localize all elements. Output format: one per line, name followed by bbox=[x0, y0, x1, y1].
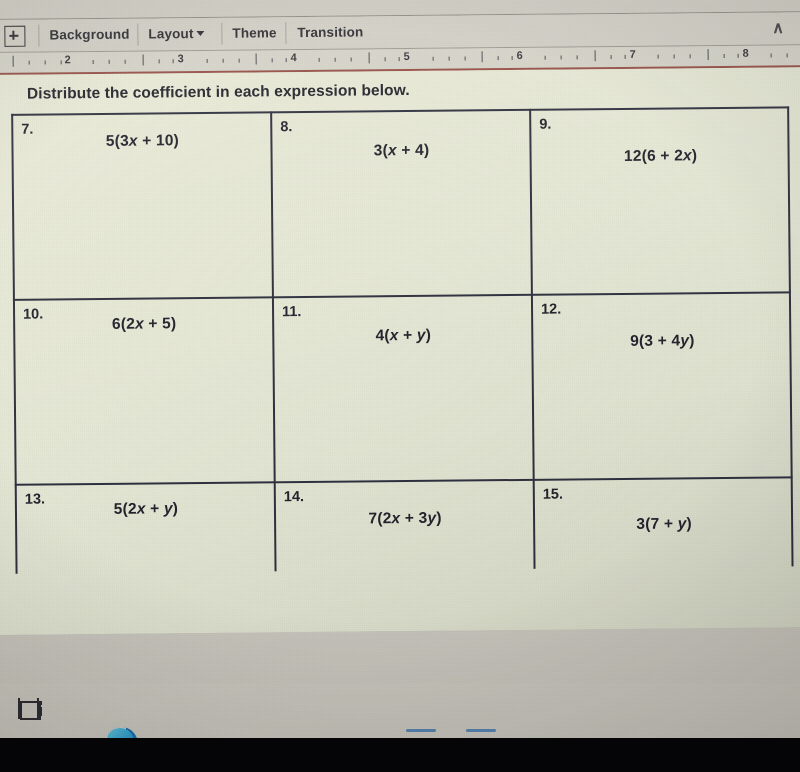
background-button[interactable]: Background bbox=[49, 27, 129, 43]
problem-expression: 12(6 + 2x) bbox=[623, 147, 698, 165]
ruler-tick-2: 2 bbox=[64, 54, 71, 67]
worksheet-prompt: Distribute the coefficient in each expre… bbox=[26, 81, 410, 103]
toolbar-divider bbox=[285, 22, 287, 45]
problem-expression: 9(3 + 4y) bbox=[630, 332, 695, 350]
problem-expression: 6(2x + 5) bbox=[111, 315, 177, 333]
google-slides-window: ools Add-ons Help Last edit was seconds … bbox=[0, 0, 800, 700]
screen-photo: ools Add-ons Help Last edit was seconds … bbox=[0, 0, 800, 772]
toolbar-divider bbox=[38, 24, 40, 47]
ruler-tick-5: 5 bbox=[403, 50, 410, 64]
toolbar-divider bbox=[137, 23, 139, 46]
problem-expression: 4(x + y) bbox=[375, 326, 432, 345]
windows-taskbar: DELL T 2 bbox=[0, 683, 800, 772]
monitor-bezel bbox=[0, 738, 800, 772]
problem-expression: 5(3x + 10) bbox=[105, 132, 180, 150]
problem-number: 9. bbox=[539, 116, 552, 133]
slide-canvas[interactable]: Distribute the coefficient in each expre… bbox=[0, 67, 800, 635]
layout-button[interactable]: Layout bbox=[148, 26, 205, 42]
problem-cell-9[interactable]: 9. 12(6 + 2x) bbox=[531, 108, 791, 295]
problem-number: 15. bbox=[542, 486, 564, 503]
problem-cell-7[interactable]: 7. 5(3x + 10) bbox=[13, 113, 273, 300]
problem-cell-12[interactable]: 12. 9(3 + 4y) bbox=[533, 293, 793, 480]
problem-expression: 3(7 + y) bbox=[636, 515, 692, 533]
problem-expression: 7(2x + 3y) bbox=[368, 509, 442, 528]
menu-item-add-ons[interactable]: Add-ons bbox=[38, 0, 98, 1]
ruler-tick-4: 4 bbox=[290, 52, 297, 65]
ruler-tick-8: 8 bbox=[742, 47, 749, 60]
problem-number: 11. bbox=[281, 304, 302, 321]
problem-expression: 3(x + 4) bbox=[373, 141, 430, 160]
ruler-tick-6: 6 bbox=[516, 49, 523, 62]
toolbar-divider bbox=[221, 22, 223, 45]
menu-item-tools[interactable]: ools bbox=[0, 0, 31, 1]
problem-number: 14. bbox=[283, 489, 305, 506]
ruler-tick-3: 3 bbox=[177, 53, 184, 66]
problem-cell-8[interactable]: 8. 3(x + 4) bbox=[272, 111, 532, 298]
ruler-tick-7: 7 bbox=[629, 48, 636, 61]
problem-cell-10[interactable]: 10. 6(2x + 5) bbox=[15, 298, 275, 485]
problem-number: 8. bbox=[280, 119, 293, 136]
theme-button[interactable]: Theme bbox=[232, 25, 276, 40]
task-view-icon[interactable] bbox=[18, 693, 52, 727]
problem-cell-11[interactable]: 11. 4(x + y) bbox=[274, 296, 534, 483]
show-hidden-icons-chevron-up-icon[interactable]: ∧ bbox=[772, 18, 784, 38]
transition-button[interactable]: Transition bbox=[297, 24, 363, 40]
problem-number: 12. bbox=[540, 301, 562, 318]
chrome-running-indicator bbox=[466, 729, 496, 732]
problems-table: 7. 5(3x + 10) 8. 3(x + 4) 9. 12(6 + 2x) bbox=[11, 106, 794, 593]
chevron-down-icon bbox=[196, 30, 205, 37]
teams-running-indicator bbox=[406, 729, 436, 732]
problem-expression: 5(2x + y) bbox=[113, 500, 179, 518]
new-slide-icon[interactable] bbox=[4, 25, 26, 47]
layout-label: Layout bbox=[148, 26, 194, 42]
